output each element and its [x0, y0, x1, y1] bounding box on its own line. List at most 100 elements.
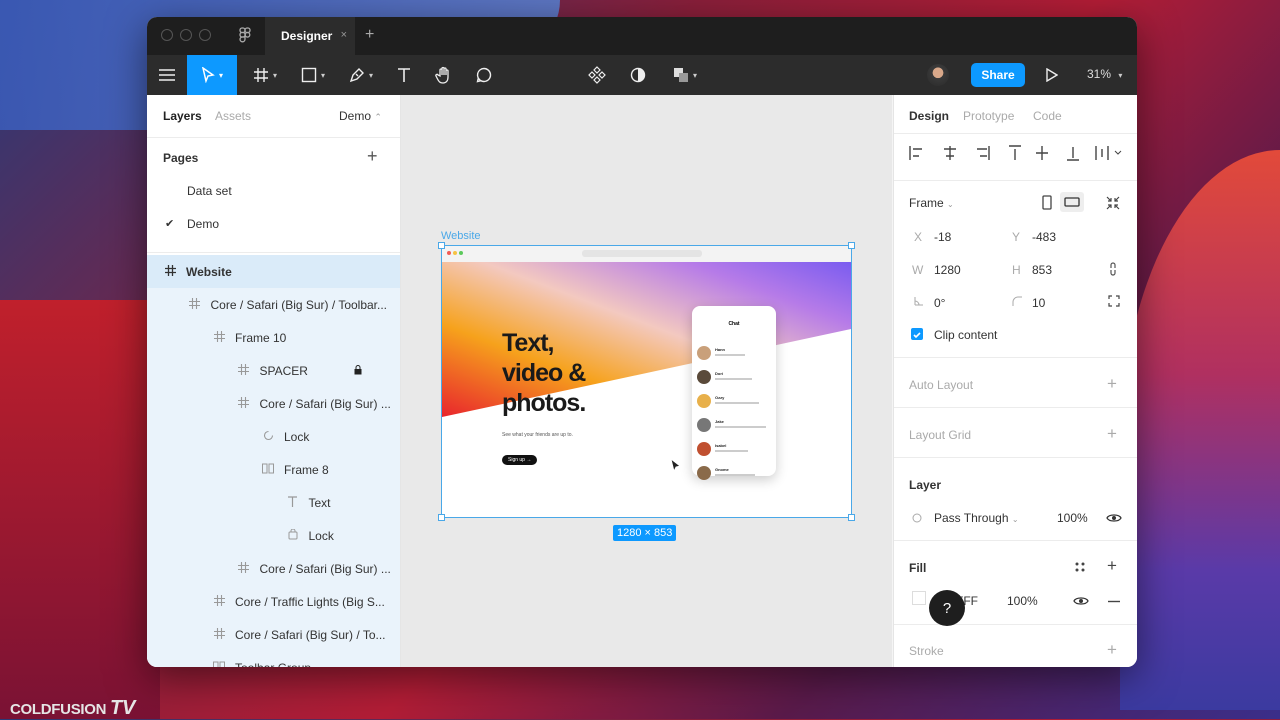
image-icon	[287, 528, 299, 543]
chat-preview-line	[715, 378, 752, 380]
canvas[interactable]: Website Text, video & photos. See what y…	[401, 95, 892, 667]
close-window-button[interactable]	[161, 29, 173, 41]
add-stroke-button[interactable]: +	[1107, 640, 1117, 660]
clip-content-checkbox[interactable]	[911, 328, 923, 340]
frame-name-label[interactable]: Website	[441, 230, 481, 242]
add-page-button[interactable]: +	[367, 146, 378, 167]
fill-opacity-input[interactable]: 100%	[1007, 594, 1038, 608]
independent-corners-icon[interactable]	[1108, 295, 1120, 307]
eye-icon[interactable]	[1106, 512, 1122, 524]
help-button[interactable]: ?	[929, 590, 965, 626]
hand-tool-button[interactable]	[431, 55, 457, 95]
main-menu-icon[interactable]	[155, 55, 179, 95]
layer-row[interactable]: Core / Safari (Big Sur) ...	[147, 552, 400, 585]
x-input[interactable]: -18	[934, 230, 951, 244]
figma-logo-icon[interactable]	[239, 27, 251, 46]
layer-row-label: Toolbar Group	[235, 661, 311, 668]
comment-tool-button[interactable]	[471, 55, 497, 95]
layer-row[interactable]: Text	[147, 486, 400, 519]
present-button[interactable]	[1039, 55, 1065, 95]
contrast-icon	[630, 67, 646, 83]
page-item[interactable]: ✔ Demo	[147, 207, 400, 240]
height-input[interactable]: 853	[1032, 263, 1052, 277]
minimize-window-button[interactable]	[180, 29, 192, 41]
tab-close-icon[interactable]: ×	[341, 29, 347, 41]
boolean-tool-button[interactable]: ▾	[667, 55, 703, 95]
layer-row-label: Website	[186, 264, 232, 279]
layer-row[interactable]: Toolbar Group	[147, 651, 400, 667]
add-layout-grid-button[interactable]: +	[1107, 424, 1117, 444]
layer-row[interactable]: SPACER	[147, 354, 400, 387]
layer-row[interactable]: Core / Traffic Lights (Big S...	[147, 585, 400, 618]
resize-handle[interactable]	[848, 514, 855, 521]
frame-icon	[238, 363, 250, 378]
tab-layers[interactable]: Layers	[163, 109, 202, 123]
tab-prototype[interactable]: Prototype	[963, 109, 1014, 123]
page-selector[interactable]: Demo ⌃	[339, 109, 382, 123]
alignment-toolbar[interactable]	[909, 145, 1124, 161]
layer-opacity-input[interactable]: 100%	[1057, 511, 1088, 525]
user-avatar[interactable]	[927, 64, 949, 86]
lock-icon[interactable]	[354, 364, 362, 378]
y-label: Y	[1012, 230, 1021, 244]
chat-row: Isabel	[697, 442, 771, 460]
shape-tool-button[interactable]: ▾	[293, 55, 333, 95]
chat-preview-line	[715, 426, 766, 428]
corner-radius-input[interactable]: 10	[1032, 296, 1045, 310]
landscape-button[interactable]	[1060, 192, 1084, 212]
portrait-icon[interactable]	[1042, 195, 1052, 210]
layer-row[interactable]: Frame 10	[147, 321, 400, 354]
component-tool-button[interactable]	[584, 55, 610, 95]
tab-design[interactable]: Design	[909, 109, 949, 123]
resize-handle[interactable]	[438, 514, 445, 521]
frame-preset-dropdown[interactable]: Frame ⌄	[909, 196, 954, 210]
zoom-dropdown[interactable]: 31% ▾	[1087, 67, 1122, 81]
tab-designer[interactable]: Designer ×	[265, 17, 355, 55]
text-tool-button[interactable]	[391, 55, 417, 95]
fill-color-swatch[interactable]	[912, 591, 926, 605]
rotation-input[interactable]: 0°	[934, 296, 945, 310]
add-fill-button[interactable]: +	[1107, 556, 1117, 576]
y-input[interactable]: -483	[1032, 230, 1056, 244]
chat-card: Chat Hann Dori Ozzy Jake Isabel Gnome	[692, 306, 776, 480]
layer-row[interactable]: Website	[147, 255, 400, 288]
layer-row[interactable]: Core / Safari (Big Sur) / Toolbar...	[147, 288, 400, 321]
hand-icon	[435, 66, 449, 84]
layer-row[interactable]: Core / Safari (Big Sur) / To...	[147, 618, 400, 651]
website-frame[interactable]: Text, video & photos. See what your frie…	[441, 245, 852, 518]
play-icon	[1046, 68, 1058, 82]
mask-tool-button[interactable]	[625, 55, 651, 95]
blend-mode-dropdown[interactable]: Pass Through ⌄	[934, 511, 1019, 525]
text-icon	[398, 68, 410, 82]
wallpaper-shape	[0, 300, 160, 719]
eye-icon[interactable]	[1073, 595, 1089, 607]
frame-icon	[164, 264, 176, 279]
maximize-window-button[interactable]	[199, 29, 211, 41]
constrain-proportions-icon[interactable]	[1109, 261, 1117, 277]
chat-row: Gnome	[697, 466, 771, 484]
width-input[interactable]: 1280	[934, 263, 961, 277]
divider	[894, 540, 1137, 541]
layer-row[interactable]: Lock	[147, 420, 400, 453]
resize-handle[interactable]	[438, 242, 445, 249]
remove-fill-icon[interactable]	[1108, 600, 1120, 603]
tab-assets[interactable]: Assets	[215, 109, 251, 123]
chat-preview-line	[715, 354, 745, 356]
move-tool-button[interactable]: ▾	[187, 55, 237, 95]
pen-tool-button[interactable]: ▾	[341, 55, 381, 95]
page-item[interactable]: Data set	[147, 174, 400, 207]
add-auto-layout-button[interactable]: +	[1107, 374, 1117, 394]
tab-code[interactable]: Code	[1033, 109, 1062, 123]
resize-handle[interactable]	[848, 242, 855, 249]
layer-row[interactable]: Lock	[147, 519, 400, 552]
layer-row[interactable]: Frame 8	[147, 453, 400, 486]
styles-icon[interactable]	[1074, 561, 1086, 573]
chat-name: Ozzy	[715, 395, 725, 400]
new-tab-button[interactable]: +	[365, 26, 374, 44]
share-button[interactable]: Share	[971, 63, 1025, 87]
frame-icon	[213, 594, 225, 609]
frame-tool-button[interactable]: ▾	[245, 55, 285, 95]
pages-title: Pages	[163, 151, 199, 165]
layer-row[interactable]: Core / Safari (Big Sur) ...	[147, 387, 400, 420]
resize-to-fit-icon[interactable]	[1106, 196, 1120, 210]
